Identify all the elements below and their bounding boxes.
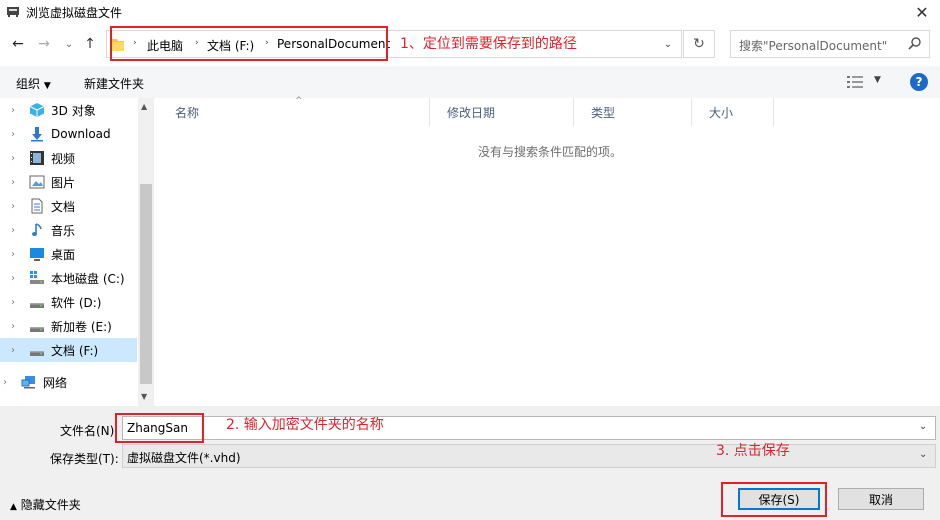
search-placeholder: 搜索"PersonalDocument" <box>739 39 888 53</box>
expand-chevron-icon[interactable]: › <box>11 153 15 164</box>
toolbar: 组织 ▼ 新建文件夹 ▼ ? <box>0 66 940 98</box>
download-icon <box>31 127 43 142</box>
help-icon: ? <box>915 75 923 89</box>
drive-icon <box>30 327 44 332</box>
expand-chevron-icon[interactable]: › <box>11 273 15 284</box>
column-header-size[interactable]: 大小 <box>692 98 774 126</box>
annotation-box-filename <box>115 413 204 443</box>
forward-button[interactable]: → <box>34 34 54 54</box>
drive-icon <box>30 303 44 308</box>
chevron-down-icon: ⌄ <box>663 38 673 50</box>
sidebar-scrollbar[interactable]: ▲ ▼ <box>138 98 154 406</box>
organize-menu-button[interactable]: 组织 ▼ <box>16 75 51 92</box>
system-drive-icon <box>30 271 44 284</box>
sidebar-item-documents[interactable]: › 文档 <box>0 194 137 218</box>
video-icon <box>30 151 44 165</box>
refresh-icon: ↻ <box>693 36 705 52</box>
annotation-box-path <box>110 26 388 61</box>
sidebar-item-music[interactable]: › 音乐 <box>0 218 137 242</box>
navigation-pane: › 3D 对象 › Download › 视频 › 图片 › 文档 › 音乐 ›… <box>0 98 154 406</box>
music-icon <box>32 223 42 236</box>
arrow-right-icon: → <box>38 36 50 52</box>
app-icon <box>7 7 19 17</box>
sidebar-item-videos[interactable]: › 视频 <box>0 146 137 170</box>
drive-icon <box>30 351 44 356</box>
close-icon: ✕ <box>915 2 929 22</box>
sidebar-item-desktop[interactable]: › 桌面 <box>0 242 137 266</box>
network-icon <box>21 376 35 389</box>
3d-objects-icon <box>29 103 45 117</box>
expand-chevron-icon[interactable]: › <box>11 105 15 116</box>
chevron-down-icon[interactable]: ⌄ <box>919 449 927 460</box>
chevron-down-icon[interactable]: ⌄ <box>919 421 927 432</box>
filetype-select[interactable]: 虚拟磁盘文件(*.vhd) ⌄ <box>122 444 936 468</box>
expand-chevron-icon[interactable]: › <box>11 345 15 356</box>
chevron-down-icon: ⌄ <box>64 38 74 50</box>
expand-chevron-icon[interactable]: › <box>11 297 15 308</box>
sidebar-item-download[interactable]: › Download <box>0 122 137 146</box>
caret-down-icon: ▼ <box>43 81 51 91</box>
sidebar-item-drive-f[interactable]: › 文档 (F:) <box>0 338 137 362</box>
annotation-step1: 1、定位到需要保存到的路径 <box>400 36 577 52</box>
sidebar-item-network[interactable]: › 网络 <box>0 370 129 394</box>
expand-chevron-icon[interactable]: › <box>11 249 15 260</box>
cancel-button[interactable]: 取消 <box>838 488 924 510</box>
expand-chevron-icon[interactable]: › <box>11 129 15 140</box>
hide-folders-toggle[interactable]: ▲ 隐藏文件夹 <box>10 496 81 513</box>
column-header-type[interactable]: 类型 <box>574 98 692 126</box>
recent-locations-button[interactable]: ⌄ <box>62 34 76 54</box>
empty-message: 没有与搜索条件匹配的项。 <box>478 145 623 159</box>
title-bar: 浏览虚拟磁盘文件 ✕ <box>0 0 940 24</box>
sidebar-item-drive-c[interactable]: › 本地磁盘 (C:) <box>0 266 137 290</box>
search-icon <box>908 37 921 50</box>
sidebar-item-drive-e[interactable]: › 新加卷 (E:) <box>0 314 137 338</box>
filename-label: 文件名(N): <box>60 424 119 438</box>
file-list: ^ 名称 修改日期 类型 大小 没有与搜索条件匹配的项。 <box>158 96 940 406</box>
back-button[interactable]: ← <box>8 34 28 54</box>
annotation-step3: 3. 点击保存 <box>716 443 790 459</box>
pictures-icon <box>29 175 45 189</box>
sidebar-item-drive-d[interactable]: › 软件 (D:) <box>0 290 137 314</box>
caret-up-icon: ▲ <box>10 502 17 512</box>
scroll-up-icon[interactable]: ▲ <box>141 102 147 111</box>
sidebar-item-3d-objects[interactable]: › 3D 对象 <box>0 98 137 122</box>
search-input[interactable]: 搜索"PersonalDocument" <box>730 30 930 58</box>
help-button[interactable]: ? <box>910 73 928 91</box>
details-view-icon <box>847 76 863 88</box>
annotation-step2: 2. 输入加密文件夹的名称 <box>226 417 384 433</box>
expand-chevron-icon[interactable]: › <box>3 377 7 388</box>
column-header-modified[interactable]: 修改日期 <box>430 98 574 126</box>
filetype-value: 虚拟磁盘文件(*.vhd) <box>127 451 241 465</box>
annotation-box-save <box>721 482 827 517</box>
refresh-button[interactable]: ↻ <box>683 30 715 58</box>
expand-chevron-icon[interactable]: › <box>11 321 15 332</box>
window-title: 浏览虚拟磁盘文件 <box>26 6 123 20</box>
arrow-up-icon: ↑ <box>84 36 96 52</box>
arrow-left-icon: ← <box>12 36 24 52</box>
expand-chevron-icon[interactable]: › <box>11 201 15 212</box>
view-options-button[interactable]: ▼ <box>846 74 886 90</box>
scroll-down-icon[interactable]: ▼ <box>141 392 147 401</box>
filetype-label: 保存类型(T): <box>50 452 119 466</box>
column-header-name[interactable]: 名称 <box>158 98 430 126</box>
caret-down-icon: ▼ <box>874 75 881 85</box>
documents-icon <box>31 198 43 214</box>
scrollbar-thumb[interactable] <box>140 184 152 384</box>
close-button[interactable]: ✕ <box>904 0 940 24</box>
desktop-icon <box>30 248 44 261</box>
new-folder-button[interactable]: 新建文件夹 <box>84 75 144 92</box>
expand-chevron-icon[interactable]: › <box>11 225 15 236</box>
address-history-dropdown[interactable]: ⌄ <box>655 31 681 57</box>
expand-chevron-icon[interactable]: › <box>11 177 15 188</box>
up-button[interactable]: ↑ <box>80 34 100 54</box>
sidebar-item-pictures[interactable]: › 图片 <box>0 170 137 194</box>
